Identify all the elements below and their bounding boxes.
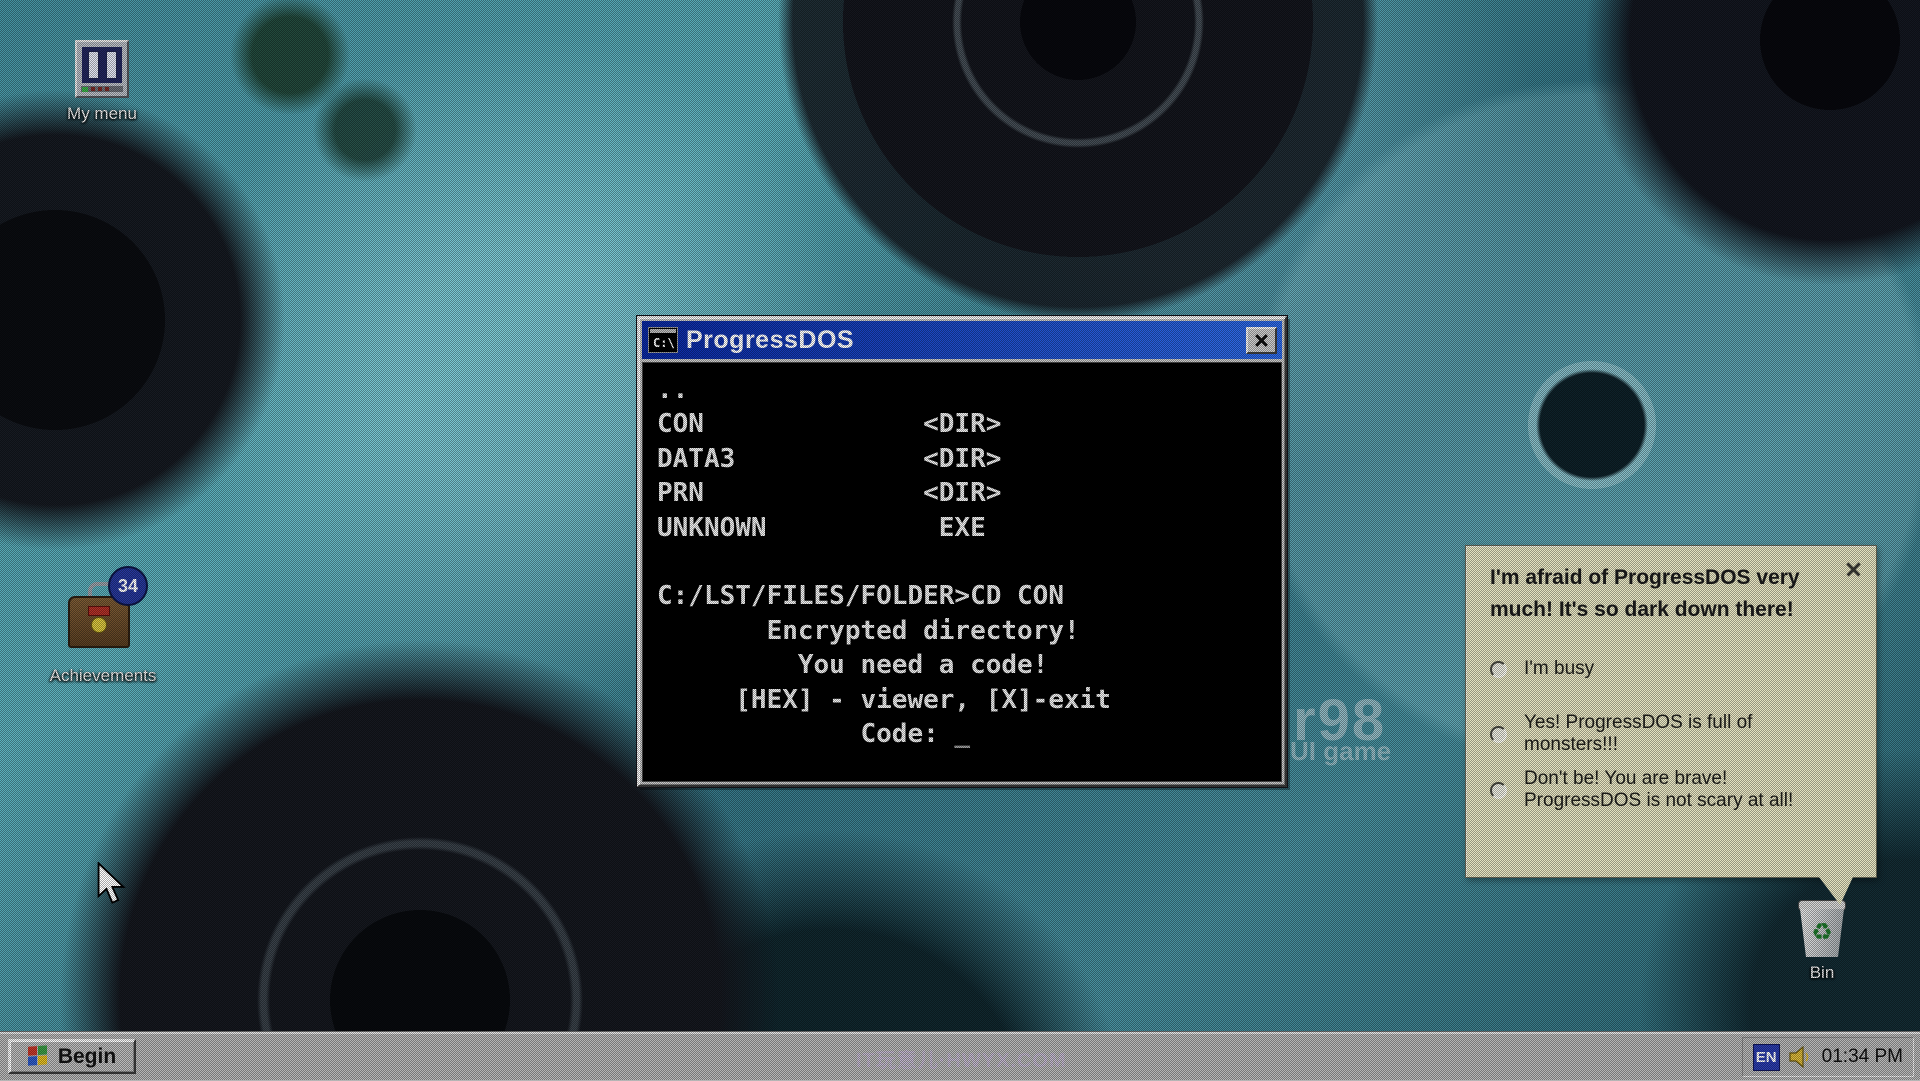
system-tray: EN 01:34 PM	[1742, 1037, 1914, 1077]
my-menu-label: My menu	[67, 104, 137, 124]
console-line: ..	[657, 373, 1275, 407]
achievements-icon: 34	[58, 568, 148, 660]
desktop-icon-bin[interactable]: ♻ Bin	[1782, 900, 1862, 983]
console-line: DATA3 <DIR>	[657, 442, 1275, 476]
clock[interactable]: 01:34 PM	[1822, 1046, 1903, 1068]
dos-console[interactable]: .. CON <DIR> DATA3 <DIR> PRN <DIR> UNKNO…	[642, 362, 1282, 782]
achievements-label: Achievements	[50, 666, 157, 686]
wallpaper-text-small: UI game	[1290, 738, 1391, 764]
window-title: ProgressDOS	[686, 326, 1238, 355]
speaker-icon[interactable]	[1789, 1046, 1813, 1068]
console-line	[657, 545, 1275, 579]
window-title-bar[interactable]: C:\ ProgressDOS	[642, 321, 1282, 359]
balloon-title: I'm afraid of ProgressDOS very much! It'…	[1490, 562, 1820, 626]
windows-flag-icon	[28, 1045, 49, 1067]
language-indicator[interactable]: EN	[1753, 1044, 1780, 1071]
text-cursor: _	[954, 719, 970, 749]
my-menu-icon	[75, 40, 129, 98]
assistant-balloon: I'm afraid of ProgressDOS very much! It'…	[1465, 545, 1877, 878]
close-button[interactable]	[1246, 327, 1277, 354]
balloon-close-button[interactable]	[1842, 558, 1864, 580]
progressdos-window: C:\ ProgressDOS .. CON <DIR> DATA3 <DIR>…	[637, 316, 1287, 787]
radio-icon	[1490, 782, 1507, 799]
desktop-icon-my-menu[interactable]: My menu	[42, 40, 162, 124]
mouse-cursor	[95, 862, 131, 904]
begin-button[interactable]: Begin	[8, 1039, 136, 1074]
close-icon	[1254, 333, 1269, 348]
recycle-bin-icon: ♻	[1797, 909, 1847, 957]
ms-dos-icon: C:\	[648, 327, 678, 353]
balloon-option-im-busy[interactable]: I'm busy	[1490, 658, 1856, 680]
recycle-symbol-icon: ♻	[1811, 921, 1833, 945]
console-line: You need a code!	[657, 648, 1275, 682]
watermark-text: IT玩意儿·HWYX.COM	[856, 1044, 1067, 1073]
balloon-option-brave[interactable]: Don't be! You are brave! ProgressDOS is …	[1490, 768, 1856, 812]
bin-label: Bin	[1810, 963, 1835, 983]
achievements-badge: 34	[108, 566, 148, 606]
console-code-line[interactable]: Code: _	[657, 717, 1275, 751]
desktop-icon-achievements[interactable]: 34 Achievements	[33, 568, 173, 686]
console-line: Encrypted directory!	[657, 614, 1275, 648]
begin-label: Begin	[58, 1045, 116, 1069]
console-line: UNKNOWN EXE	[657, 511, 1275, 545]
balloon-option-monsters[interactable]: Yes! ProgressDOS is full of monsters!!!	[1490, 712, 1856, 756]
close-icon	[1845, 561, 1862, 578]
radio-icon	[1490, 726, 1507, 743]
console-line: PRN <DIR>	[657, 476, 1275, 510]
console-line: [HEX] - viewer, [X]-exit	[657, 683, 1275, 717]
console-line: CON <DIR>	[657, 407, 1275, 441]
console-line: C:/LST/FILES/FOLDER>CD CON	[657, 579, 1275, 613]
radio-icon	[1490, 661, 1507, 678]
